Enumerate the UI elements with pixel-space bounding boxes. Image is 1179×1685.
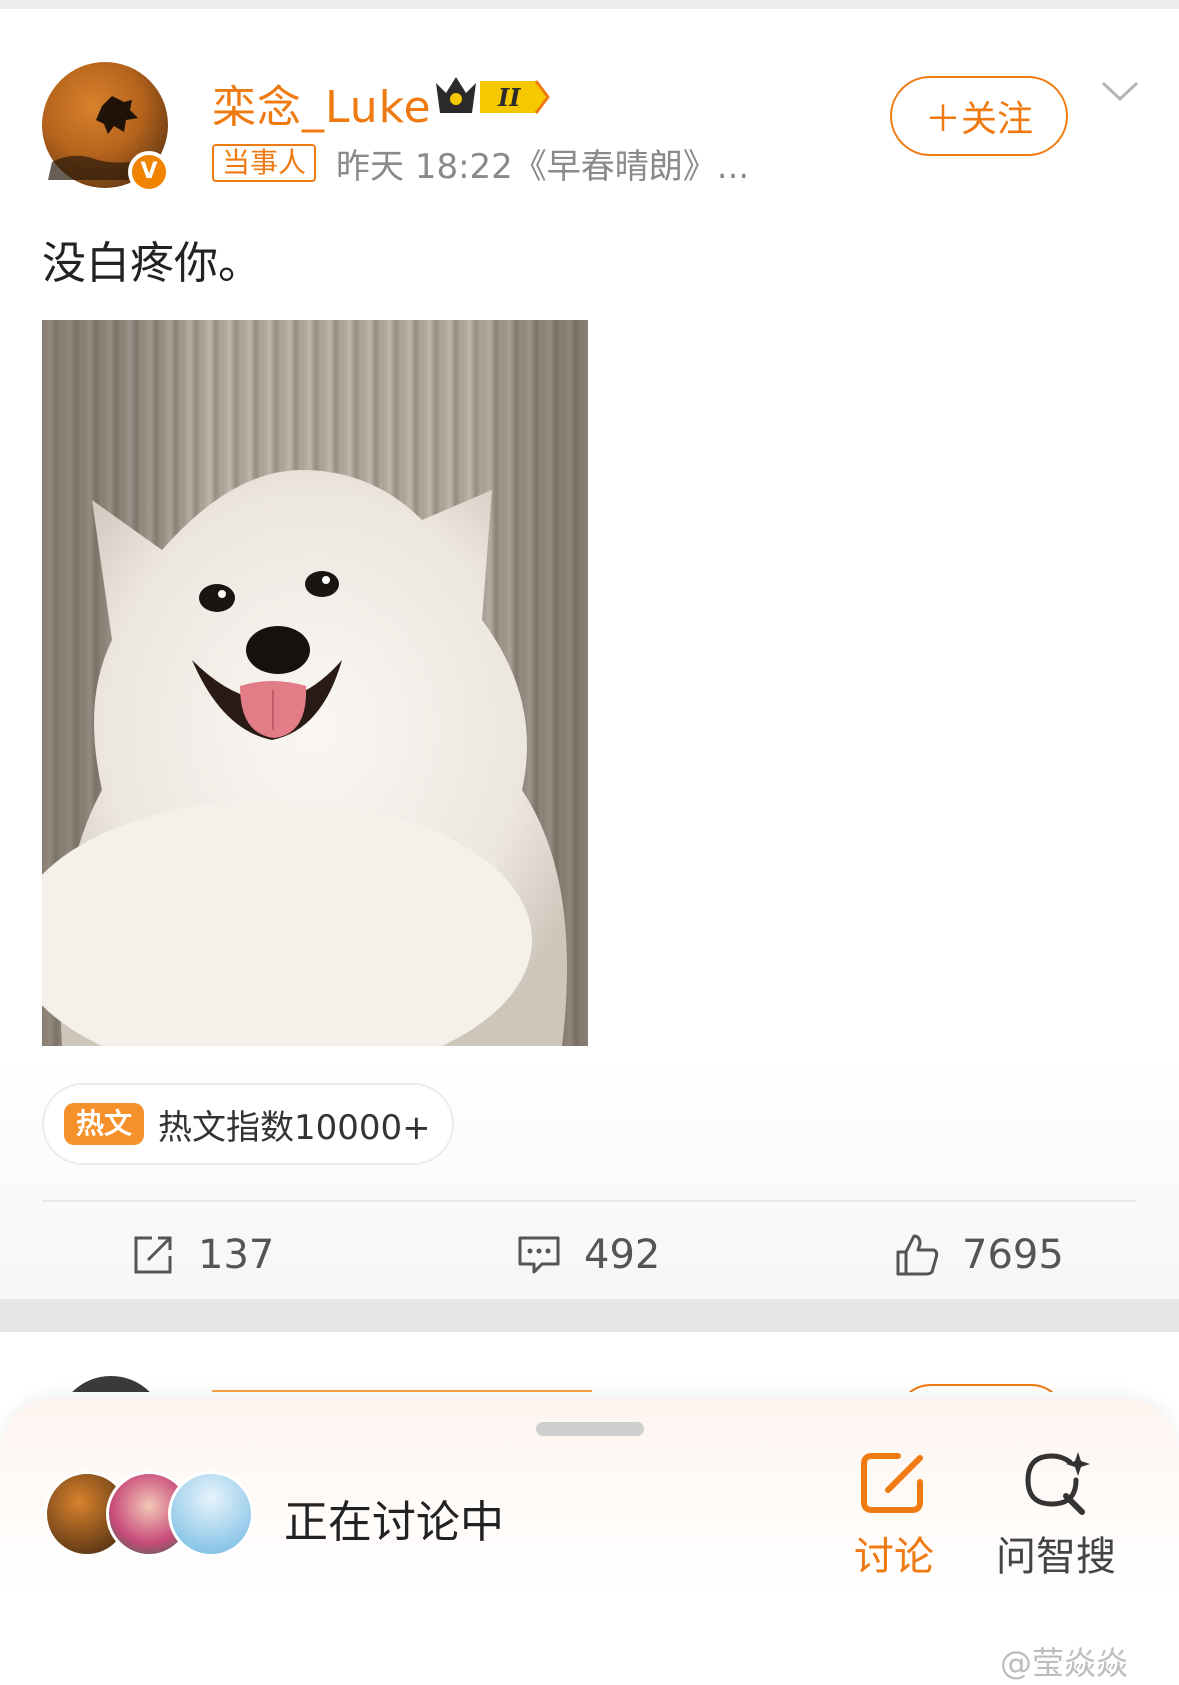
like-count: 7695: [962, 1232, 1064, 1278]
ask-search-button[interactable]: 问智搜: [986, 1450, 1126, 1582]
sparkle-search-icon: [1025, 1452, 1090, 1515]
repost-count: 137: [198, 1232, 275, 1278]
crown-level-text: II: [497, 83, 521, 112]
comment-count: 492: [584, 1232, 661, 1278]
repost-button[interactable]: 137: [130, 1227, 274, 1283]
discussing-label[interactable]: 正在讨论中: [284, 1486, 504, 1550]
thumbs-up-icon: [896, 1234, 939, 1276]
comment-icon: [518, 1236, 560, 1274]
verified-badge: V: [128, 151, 170, 193]
edit-square-icon: [861, 1453, 923, 1513]
post-meta: 当事人 昨天 18:22《早春晴朗》...: [212, 143, 749, 187]
top-separator: [0, 0, 1179, 9]
comment-button[interactable]: 492: [516, 1227, 660, 1283]
post-photo[interactable]: [42, 320, 588, 1046]
hot-index-text: 热文指数10000+: [158, 1107, 431, 1148]
like-button[interactable]: 7695: [894, 1227, 1064, 1283]
chevron-down-icon[interactable]: [1100, 77, 1140, 107]
samoyed-dog-image: [42, 320, 588, 1046]
action-divider: [42, 1200, 1137, 1202]
author-name[interactable]: 栾念_Luke: [212, 71, 432, 135]
hot-badge: 热文: [64, 1103, 145, 1145]
ask-search-label: 问智搜: [996, 1534, 1116, 1580]
feed-separator: [0, 1299, 1179, 1332]
next-post-name-fragment: [212, 1390, 592, 1392]
repost-icon: [134, 1236, 172, 1274]
post-text: 没白疼你。: [42, 238, 262, 289]
crown-level-icon: II: [436, 77, 550, 114]
discuss-label: 讨论: [854, 1534, 934, 1580]
sheet-drag-handle[interactable]: [536, 1422, 644, 1436]
hot-index-pill[interactable]: 热文 热文指数10000+: [42, 1083, 454, 1165]
next-post-avatar: [56, 1376, 166, 1392]
discuss-button[interactable]: 讨论: [824, 1450, 964, 1582]
participant-avatar: [168, 1471, 254, 1557]
next-post-follow-button: [896, 1384, 1066, 1392]
post-card: V 栾念_Luke II 当事人 昨天 18:22《早春晴朗》... ＋关注 没…: [0, 9, 1179, 1299]
role-tag: 当事人: [212, 144, 317, 182]
post-time-source[interactable]: 昨天 18:22《早春晴朗》...: [336, 139, 749, 188]
next-post-peek: [0, 1332, 1179, 1392]
follow-button[interactable]: ＋关注: [890, 76, 1068, 156]
weibo-watermark: @莹焱焱: [1000, 1644, 1129, 1682]
